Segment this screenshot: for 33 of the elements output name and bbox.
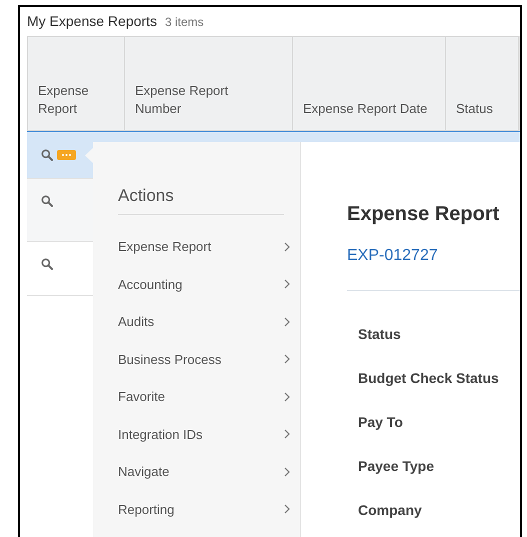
search-icon[interactable] (41, 149, 53, 161)
column-header[interactable]: Expense Report (38, 82, 124, 118)
chevron-right-icon (284, 242, 290, 252)
menu-item[interactable]: Navigate (118, 453, 290, 490)
chevron-right-icon (284, 279, 290, 290)
chevron-right-icon (284, 316, 290, 327)
menu-item[interactable]: Business Process (118, 340, 290, 378)
menu-item[interactable]: Accounting (118, 266, 290, 303)
column-header[interactable]: Status (456, 100, 493, 118)
chevron-right-icon (284, 466, 290, 477)
menu-title: Actions (118, 184, 284, 215)
menu-item[interactable]: Favorite (118, 378, 290, 416)
field-label: Status (358, 324, 401, 344)
menu-item[interactable]: Integration IDs (118, 416, 290, 453)
search-icon[interactable] (41, 195, 53, 207)
chevron-right-icon (284, 504, 290, 514)
menu-item[interactable]: Expense Report (118, 228, 290, 266)
chevron-right-icon (284, 392, 290, 402)
item-count: 3 items (164, 14, 204, 30)
chevron-right-icon (284, 354, 290, 364)
field-label: Payee Type (358, 456, 434, 476)
menu-item[interactable]: Reporting (118, 490, 290, 528)
report-link[interactable]: EXP-012727 (347, 247, 438, 264)
list-title: My Expense Reports (27, 12, 157, 31)
column-header[interactable]: Expense Report Date (303, 100, 428, 118)
column-header[interactable]: Expense Report Number (135, 82, 245, 118)
field-label: Budget Check Status (358, 368, 499, 388)
field-label: Company (358, 500, 422, 520)
chevron-right-icon (284, 429, 290, 440)
search-icon[interactable] (41, 258, 53, 270)
field-label: Pay To (358, 412, 403, 432)
menu-item[interactable]: Audits (118, 303, 290, 340)
detail-title: Expense Report (347, 202, 500, 227)
